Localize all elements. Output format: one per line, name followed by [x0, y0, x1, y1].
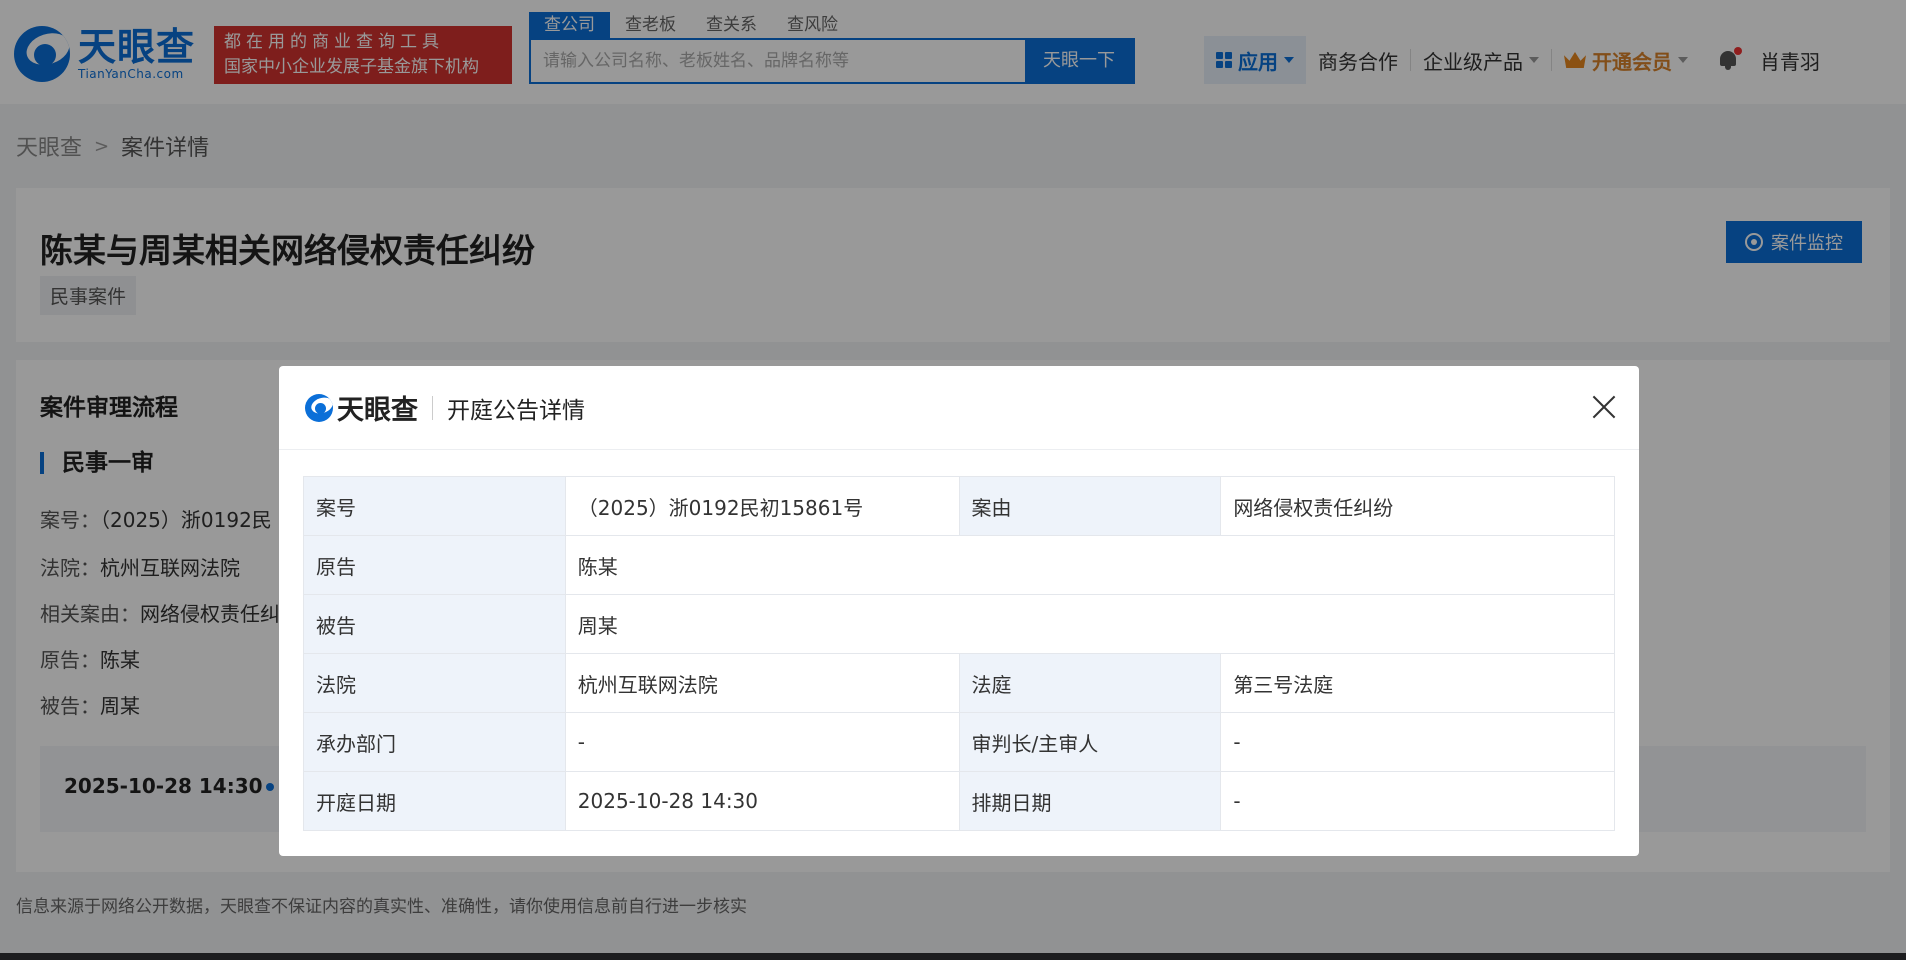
modal-title: 开庭公告详情 [447, 397, 585, 424]
cell-value-court: 杭州互联网法院 [564, 653, 960, 713]
modal-header-divider [432, 395, 433, 420]
table-row: 开庭日期 2025-10-28 14:30 排期日期 - [303, 771, 1615, 831]
cell-value-judge: - [1220, 712, 1615, 772]
bottom-strip [0, 953, 1906, 960]
cell-label-case-no: 案号 [303, 476, 566, 536]
modal-header: 天眼查 开庭公告详情 [279, 366, 1639, 450]
cell-label-schedule-date: 排期日期 [958, 771, 1222, 831]
cell-value-case-no: （2025）浙0192民初15861号 [564, 476, 960, 536]
table-row: 案号 （2025）浙0192民初15861号 案由 网络侵权责任纠纷 [303, 476, 1615, 536]
tianyancha-logo-icon [305, 393, 333, 422]
modal-logo: 天眼查 [305, 388, 418, 427]
modal-logo-text: 天眼查 [337, 395, 418, 426]
cell-label-dept: 承办部门 [303, 712, 566, 772]
table-row: 被告 周某 [303, 594, 1616, 654]
table-row: 承办部门 - 审判长/主审人 - [303, 712, 1615, 772]
cell-label-courtroom: 法庭 [958, 653, 1222, 713]
close-icon[interactable] [1589, 392, 1619, 422]
cell-value-cause: 网络侵权责任纠纷 [1220, 476, 1615, 536]
cell-label-plaintiff: 原告 [303, 535, 566, 595]
cell-label-judge: 审判长/主审人 [958, 712, 1222, 772]
cell-value-dept: - [564, 712, 960, 772]
cell-label-court: 法院 [303, 653, 566, 713]
table-row: 原告 陈某 [303, 535, 1616, 595]
cell-value-schedule-date: - [1220, 771, 1615, 831]
cell-label-hearing-date: 开庭日期 [303, 771, 566, 831]
table-row: 法院 杭州互联网法院 法庭 第三号法庭 [303, 653, 1615, 713]
cell-value-defendant: 周某 [564, 594, 1616, 654]
hearing-notice-modal: 天眼查 开庭公告详情 案号 （2025）浙0192民初15861号 案由 网络侵… [279, 366, 1639, 856]
cell-label-defendant: 被告 [303, 594, 566, 654]
hearing-detail-table: 案号 （2025）浙0192民初15861号 案由 网络侵权责任纠纷 原告 陈某… [303, 476, 1616, 831]
cell-value-plaintiff: 陈某 [564, 535, 1616, 595]
cell-value-hearing-date: 2025-10-28 14:30 [564, 771, 960, 831]
cell-label-cause: 案由 [958, 476, 1222, 536]
cell-value-courtroom: 第三号法庭 [1220, 653, 1615, 713]
